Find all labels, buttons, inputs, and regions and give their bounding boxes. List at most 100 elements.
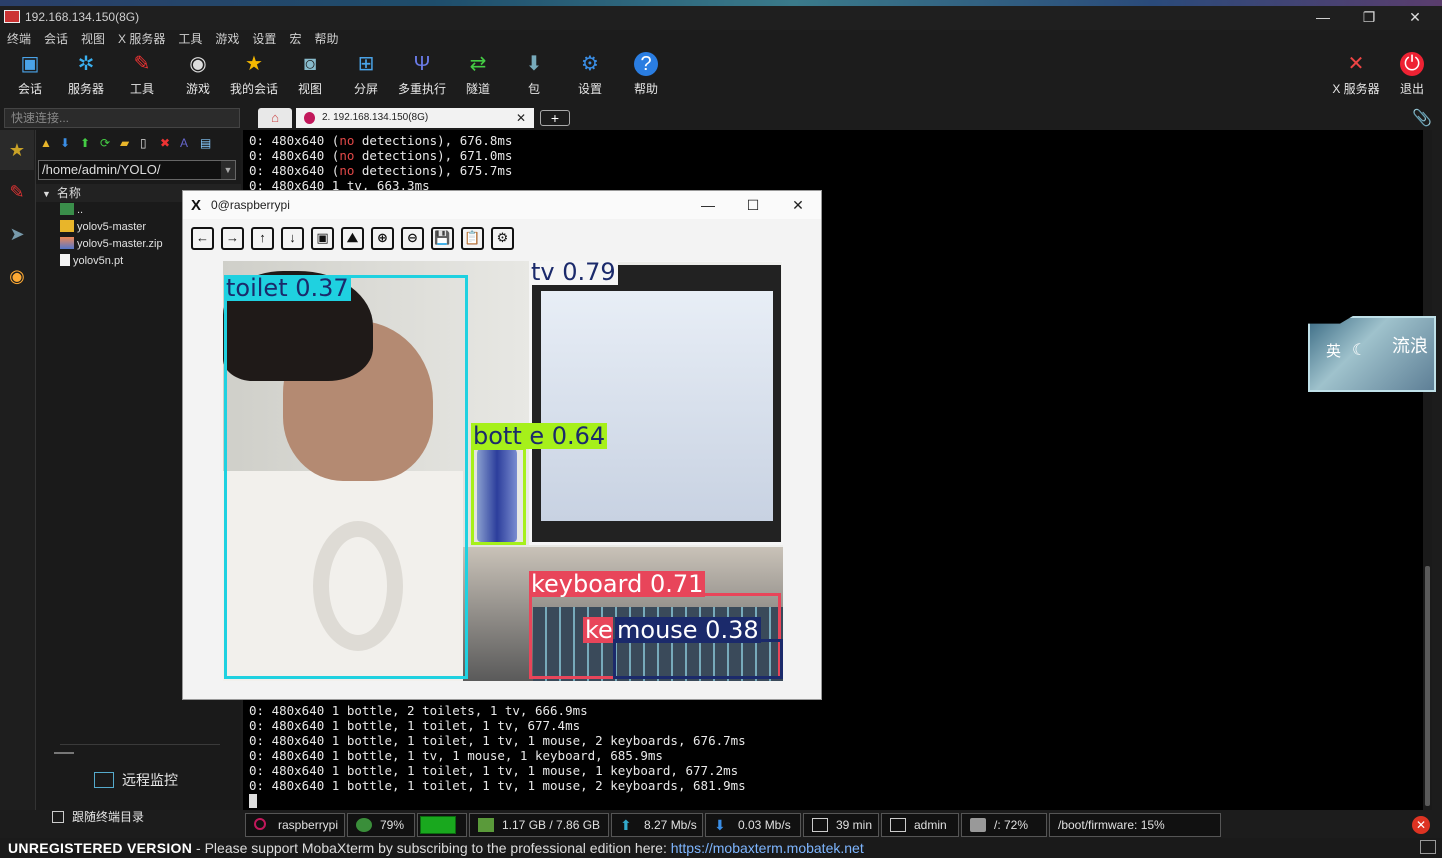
tab-close-icon[interactable]: ✕ xyxy=(516,108,526,128)
edition-label: UNREGISTERED VERSION xyxy=(8,840,193,856)
save-icon[interactable]: 💾 xyxy=(431,227,454,250)
tools-tab-icon[interactable]: ✎ xyxy=(0,172,34,212)
multiexec-icon: Ψ xyxy=(413,53,431,75)
x11-close-button[interactable]: ✕ xyxy=(783,195,813,215)
menu-view[interactable]: 视图 xyxy=(74,30,111,48)
rename-icon[interactable]: A xyxy=(180,136,194,150)
tools-button[interactable]: ✎ 工具 xyxy=(114,52,170,97)
zoom-in-icon[interactable]: ⊕ xyxy=(371,227,394,250)
terminal-line: 0: 480x640 1 bottle, 1 toilet, 1 tv, 1 m… xyxy=(249,733,746,748)
resize-handle[interactable] xyxy=(54,752,74,754)
new-tab-button[interactable]: + xyxy=(540,110,570,126)
terminal-line: 0: 480x640 1 bottle, 1 toilet, 1 tv, 677… xyxy=(249,718,581,733)
packages-button[interactable]: ⬇ 包 xyxy=(506,52,562,97)
status-download: ⬇ 0.03 Mb/s xyxy=(705,813,801,837)
status-uptime: 39 min xyxy=(803,813,879,837)
up-icon[interactable]: ↑ xyxy=(251,227,274,250)
unregistered-banner: UNREGISTERED VERSION - Please support Mo… xyxy=(0,838,1442,858)
close-status-icon[interactable]: ✕ xyxy=(1412,816,1430,834)
macros-tab-icon[interactable]: ◉ xyxy=(0,256,34,296)
tab-session-label: 2. 192.168.134.150(8G) xyxy=(322,112,429,123)
sessions-tab-star-icon[interactable]: ★ xyxy=(0,130,34,170)
zip-icon xyxy=(60,237,74,249)
session-button[interactable]: ▣ 会话 xyxy=(2,52,58,97)
refresh-icon[interactable]: ⟳ xyxy=(100,136,114,150)
servers-button[interactable]: ✲ 服务器 xyxy=(58,52,114,97)
settings-icon[interactable]: ⚙ xyxy=(491,227,514,250)
zoom-out-icon[interactable]: ⊖ xyxy=(401,227,424,250)
upload-icon[interactable]: ⬆ xyxy=(80,136,94,150)
folder-up-icon[interactable]: ▲ xyxy=(40,136,54,150)
x11-maximize-button[interactable]: ☐ xyxy=(738,195,768,215)
clipboard-icon[interactable]: 📋 xyxy=(461,227,484,250)
terminal-line: 0: 480x640 1 bottle, 1 tv, 1 mouse, 1 ke… xyxy=(249,748,663,763)
mobaxterm-link[interactable]: https://mobaxterm.mobatek.net xyxy=(671,840,864,856)
restore-button[interactable]: ❐ xyxy=(1346,6,1392,28)
tools-icon: ✎ xyxy=(133,53,151,75)
paperclip-icon[interactable]: 📎 xyxy=(1412,108,1432,128)
back-icon[interactable]: ← xyxy=(191,227,214,250)
support-message: - Please support MobaXterm by subscribin… xyxy=(192,840,671,856)
x11-image-window: X 0@raspberrypi — ☐ ✕ ← → ↑ ↓ ▣ ⛰ ⊕ ⊖ 💾 📋 ⚙ toilet… xyxy=(182,190,822,700)
clock-icon xyxy=(812,818,828,832)
status-cpu: 79% xyxy=(347,813,415,837)
multiexec-button[interactable]: Ψ 多重执行 xyxy=(394,52,450,97)
packages-icon: ⬇ xyxy=(525,53,543,75)
terminal-cursor xyxy=(249,794,257,808)
tab-home[interactable]: ⌂ xyxy=(258,108,292,128)
home-icon: ⌂ xyxy=(271,110,279,125)
mobaxterm-app-icon xyxy=(4,10,20,23)
keyboard-icon[interactable] xyxy=(1420,840,1436,854)
terminal-scrollbar[interactable] xyxy=(1423,130,1432,810)
menu-macros[interactable]: 宏 xyxy=(282,30,307,48)
x11-title-bar: X 0@raspberrypi — ☐ ✕ xyxy=(183,191,821,219)
my-sessions-button[interactable]: ★ 我的会话 xyxy=(226,52,282,97)
down-icon[interactable]: ↓ xyxy=(281,227,304,250)
disk-icon xyxy=(970,818,986,832)
left-sidebar-strip: ★ ✎ ➤ ◉ xyxy=(0,130,36,810)
menu-games[interactable]: 游戏 xyxy=(208,30,245,48)
status-host: raspberrypi xyxy=(245,813,345,837)
tab-session[interactable]: 2. 192.168.134.150(8G) ✕ xyxy=(296,108,534,128)
close-button[interactable]: ✕ xyxy=(1392,6,1438,28)
games-button[interactable]: ◉ 游戏 xyxy=(170,52,226,97)
new-folder-icon[interactable]: ▰ xyxy=(120,136,134,150)
sftp-toolbar: ▲ ⬇ ⬆ ⟳ ▰ ▯ ✖ A ▤ xyxy=(36,130,241,158)
sftp-tab-send-icon[interactable]: ➤ xyxy=(0,214,34,254)
menu-settings[interactable]: 设置 xyxy=(245,30,282,48)
split-button[interactable]: ⊞ 分屏 xyxy=(338,52,394,97)
session-tabs: ⌂ 2. 192.168.134.150(8G) ✕ + 📎 xyxy=(250,106,1442,130)
follow-terminal-checkbox[interactable]: 跟随终端目录 xyxy=(52,808,144,825)
new-file-icon[interactable]: ▯ xyxy=(140,136,154,150)
menu-tools[interactable]: 工具 xyxy=(171,30,208,48)
download-icon[interactable]: ⬇ xyxy=(60,136,74,150)
menu-sessions[interactable]: 会话 xyxy=(37,30,74,48)
image-icon[interactable]: ⛰ xyxy=(341,227,364,250)
forward-icon[interactable]: → xyxy=(221,227,244,250)
exit-button[interactable]: ⏻ 退出 xyxy=(1384,52,1440,97)
bbox-bottle xyxy=(471,447,526,545)
xserver-button[interactable]: ✕ X 服务器 xyxy=(1328,52,1384,97)
sftp-path-field[interactable]: /home/admin/YOLO/▼ xyxy=(38,160,236,180)
minimize-button[interactable]: — xyxy=(1300,6,1346,28)
remote-monitor-button[interactable]: 远程监控 xyxy=(94,770,178,790)
delete-icon[interactable]: ✖ xyxy=(160,136,174,150)
quick-connect-input[interactable]: 快速连接... xyxy=(4,108,240,128)
properties-icon[interactable]: ▤ xyxy=(200,136,214,150)
checkbox[interactable] xyxy=(52,811,64,823)
tunnel-button[interactable]: ⇄ 隧道 xyxy=(450,52,506,97)
fit-icon[interactable]: ▣ xyxy=(311,227,334,250)
menu-help[interactable]: 帮助 xyxy=(307,30,344,48)
x11-minimize-button[interactable]: — xyxy=(693,195,723,215)
scrollbar-thumb[interactable] xyxy=(1425,566,1430,806)
terminal-line: 0: 480x640 1 bottle, 2 toilets, 1 tv, 66… xyxy=(249,703,588,718)
status-disk-boot: /boot/firmware: 15% xyxy=(1049,813,1221,837)
status-upload: ⬆ 8.27 Mb/s xyxy=(611,813,703,837)
view-button[interactable]: ◙ 视图 xyxy=(282,52,338,97)
menu-xserver[interactable]: X 服务器 xyxy=(111,30,171,48)
chevron-down-icon[interactable]: ▼ xyxy=(221,161,235,179)
help-button[interactable]: ? 帮助 xyxy=(618,52,674,97)
parent-folder-icon xyxy=(60,203,74,215)
menu-terminal[interactable]: 终端 xyxy=(0,30,37,48)
settings-button[interactable]: ⚙ 设置 xyxy=(562,52,618,97)
